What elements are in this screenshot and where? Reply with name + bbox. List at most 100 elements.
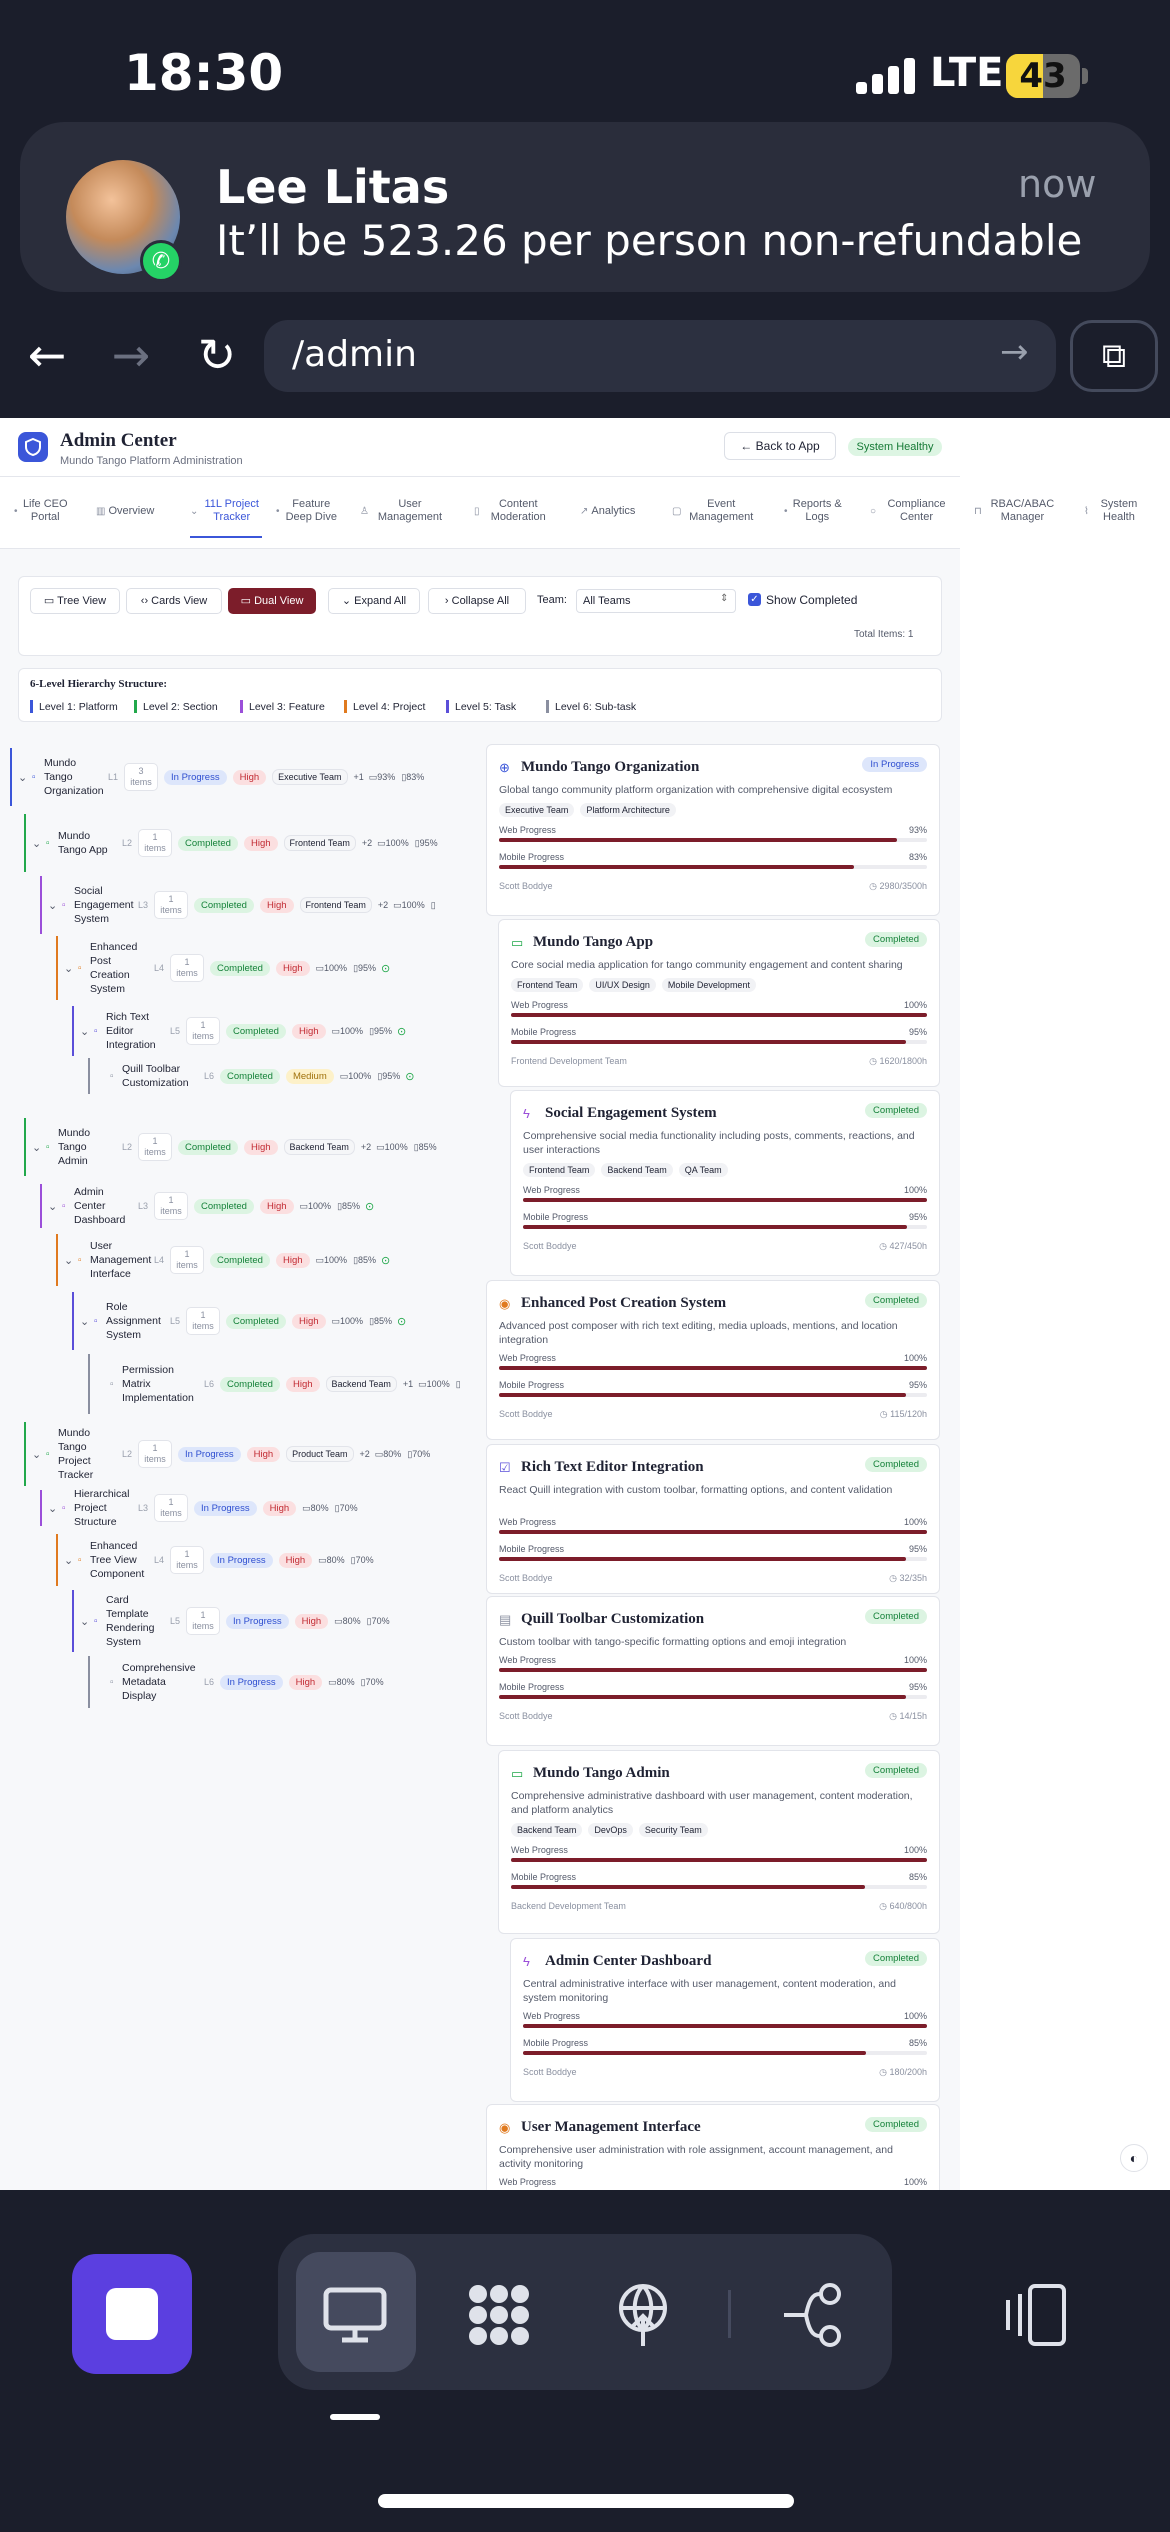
tree-row[interactable]: ⌄ ▫ Enhanced Post Creation System L4 1 items… [56, 936, 476, 1000]
chevron-down-icon[interactable]: ⌄ [48, 1502, 62, 1515]
project-card[interactable]: ϟ Social Engagement System Completed Compre… [510, 1090, 940, 1276]
tree-row[interactable]: ▫ Quill Toolbar Customization L6 Completed M… [88, 1058, 476, 1094]
tab-project-tracker[interactable]: ⌄ 11L Project Tracker [190, 486, 262, 536]
chevron-down-icon[interactable]: ⌄ [64, 1254, 78, 1267]
tree-row[interactable]: ⌄ ▫ Mundo Tango Admin L2 1 items Completed Hig… [24, 1118, 476, 1176]
tree-row[interactable]: ⌄ ▫ Rich Text Editor Integration L5 1 items C… [72, 1006, 476, 1056]
tree-row[interactable]: ⌄ ▫ Social Engagement System L3 1 items Compl… [40, 876, 476, 934]
back-to-app-button[interactable]: ← Back to App [724, 432, 836, 460]
priority-badge: High [262, 1500, 297, 1516]
tab-user-management[interactable]: ♙ User Management [360, 486, 448, 536]
chevron-down-icon[interactable]: ⌄ [64, 1554, 78, 1567]
progress-fill [523, 2024, 927, 2028]
project-card[interactable]: ▭ Mundo Tango Admin Completed Comprehensive… [498, 1750, 940, 1934]
check-circle-icon: ⊙ [397, 1315, 407, 1328]
project-card[interactable]: ◉ Enhanced Post Creation System Completed A… [486, 1280, 940, 1440]
progress-row: Mobile Progress 95% [511, 1027, 927, 1045]
tree-row[interactable]: ⌄ ▫ Mundo Tango Organization L1 3 items In Pr… [10, 748, 476, 806]
panels-icon[interactable] [1000, 2280, 1070, 2350]
globe-upload-icon[interactable] [608, 2280, 678, 2350]
legend-label: Level 5: Task [455, 700, 517, 713]
tree-row[interactable]: ⌄ ▫ Admin Center Dashboard L3 1 items Complet… [40, 1184, 476, 1228]
node-name: Mundo Tango Admin [58, 1127, 91, 1167]
progress-value: 85% [908, 1872, 927, 1882]
chevron-down-icon[interactable]: ⌄ [64, 962, 78, 975]
tree-row[interactable]: ⌄ ▫ Role Assignment System L5 1 items Complet… [72, 1292, 476, 1350]
chevron-down-icon[interactable]: ⌄ [80, 1025, 94, 1038]
progress-fill [511, 1013, 927, 1017]
web-progress: 100% [401, 900, 425, 910]
divider [0, 548, 960, 549]
clock-icon: ◷ [869, 881, 880, 891]
palette-icon[interactable]: ◐ [1120, 2144, 1148, 2172]
dual-view-button[interactable]: ▭ Dual View [228, 588, 316, 614]
hours: ◷ 180/200h [879, 2067, 927, 2078]
team-select[interactable]: All Teams [576, 589, 736, 613]
back-arrow-icon[interactable]: ← [12, 320, 82, 390]
apps-grid-icon[interactable] [464, 2280, 534, 2350]
priority-badge: High [259, 897, 294, 913]
tab-life-ceo-portal[interactable]: • Life CEO Portal [14, 486, 70, 536]
project-card[interactable]: ▭ Mundo Tango App Completed Core social med… [498, 919, 940, 1087]
project-card[interactable]: ◉ User Management Interface Completed Compr… [486, 2104, 940, 2190]
hours-value: 640/800h [889, 1901, 927, 1911]
expand-all-button[interactable]: ⌄ Expand All [328, 588, 420, 614]
cards-view-button[interactable]: ‹› Cards View [126, 588, 222, 614]
tab-feature-deep-dive[interactable]: • Feature Deep Dive [276, 486, 340, 536]
tree-row[interactable]: ⌄ ▫ Enhanced Tree View Component L4 1 items I… [56, 1534, 476, 1586]
tab-content-moderation[interactable]: ▯ Content Moderation [474, 486, 554, 536]
forward-arrow-icon[interactable]: → [96, 320, 166, 390]
chevron-down-icon[interactable]: ⌄ [32, 1448, 46, 1461]
tab-reports-logs[interactable]: • Reports & Logs [784, 486, 844, 536]
share-icon[interactable]: ⧉ [1070, 320, 1158, 392]
tab-label: User Management [377, 498, 443, 523]
flow-icon[interactable] [780, 2280, 850, 2350]
chevron-down-icon[interactable]: ⌄ [32, 1141, 46, 1154]
tree-row[interactable]: ⌄ ▫ Card Template Rendering System L5 1 item… [72, 1590, 476, 1652]
monitor-icon[interactable] [320, 2280, 390, 2350]
monitor-icon: ▭ [374, 1448, 384, 1459]
chevron-down-icon[interactable]: ⌄ [80, 1315, 94, 1328]
node-icon: ▫ [62, 899, 66, 911]
project-card[interactable]: ☑ Rich Text Editor Integration Completed Re… [486, 1444, 940, 1594]
priority-badge: High [294, 1613, 329, 1629]
tab-compliance-center[interactable]: ○ Compliance Center [870, 486, 954, 536]
project-card[interactable]: ⊕ Mundo Tango Organization In Progress Glob… [486, 744, 940, 916]
url-text[interactable]: /admin [292, 334, 417, 375]
tree-view-button[interactable]: ▭ Tree View [30, 588, 120, 614]
card-type-icon: ⊕ [499, 760, 510, 775]
level-label: L2 [122, 838, 133, 848]
tab-system-health[interactable]: ⌇ System Health [1084, 486, 1146, 536]
tab-event-management[interactable]: ▢ Event Management [672, 486, 758, 536]
go-arrow-icon[interactable]: → [1000, 332, 1029, 372]
hours: ◷ 427/450h [879, 1241, 927, 1252]
mobile-progress: 85% [358, 1255, 377, 1265]
show-completed-checkbox[interactable]: ✓ [748, 593, 761, 606]
team-tag: Frontend Team [523, 1163, 596, 1177]
check-circle-icon: ⊙ [405, 1070, 415, 1083]
tab-rbac-abac-manager[interactable]: ⊓ RBAC/ABAC Manager [974, 486, 1060, 536]
project-card[interactable]: ϟ Admin Center Dashboard Completed Central … [510, 1938, 940, 2102]
reload-icon[interactable]: ↻ [182, 320, 252, 390]
chevron-down-icon[interactable]: ⌄ [18, 771, 32, 784]
tree-row[interactable]: ▫ Permission Matrix Implementation L6 Compl… [88, 1354, 476, 1414]
tree-row[interactable]: ⌄ ▫ Mundo Tango Project Tracker L2 1 items In… [24, 1422, 476, 1486]
web-progress: 100% [426, 1379, 450, 1389]
card-description: Comprehensive administrative dashboard w… [511, 1790, 913, 1816]
project-card[interactable]: ▤ Quill Toolbar Customization Completed Cus… [486, 1596, 940, 1746]
level-label: L2 [122, 1449, 133, 1459]
chevron-down-icon[interactable]: ⌄ [32, 837, 46, 850]
tab-analytics[interactable]: ↗ Analytics [580, 486, 650, 536]
tab-overview[interactable]: ▥ Overview [96, 486, 172, 536]
tree-row[interactable]: ▫ Comprehensive Metadata Display L6 In Prog… [88, 1656, 476, 1708]
chevron-down-icon[interactable]: ⌄ [48, 1200, 62, 1213]
home-indicator[interactable] [378, 2494, 794, 2508]
chevron-down-icon[interactable]: ⌄ [48, 899, 62, 912]
chevron-down-icon[interactable]: ⌄ [80, 1615, 94, 1628]
owner-name: Scott Boddye [523, 1241, 577, 1251]
tree-row[interactable]: ⌄ ▫ Mundo Tango App L2 1 items Completed High F… [24, 814, 476, 872]
tree-row[interactable]: ⌄ ▫ Hierarchical Project Structure L3 1 item… [40, 1488, 476, 1528]
notification-banner[interactable] [20, 122, 1150, 292]
collapse-all-button[interactable]: › Collapse All [428, 588, 526, 614]
tree-row[interactable]: ⌄ ▫ User Management Interface L4 1 items Comp… [56, 1234, 476, 1286]
